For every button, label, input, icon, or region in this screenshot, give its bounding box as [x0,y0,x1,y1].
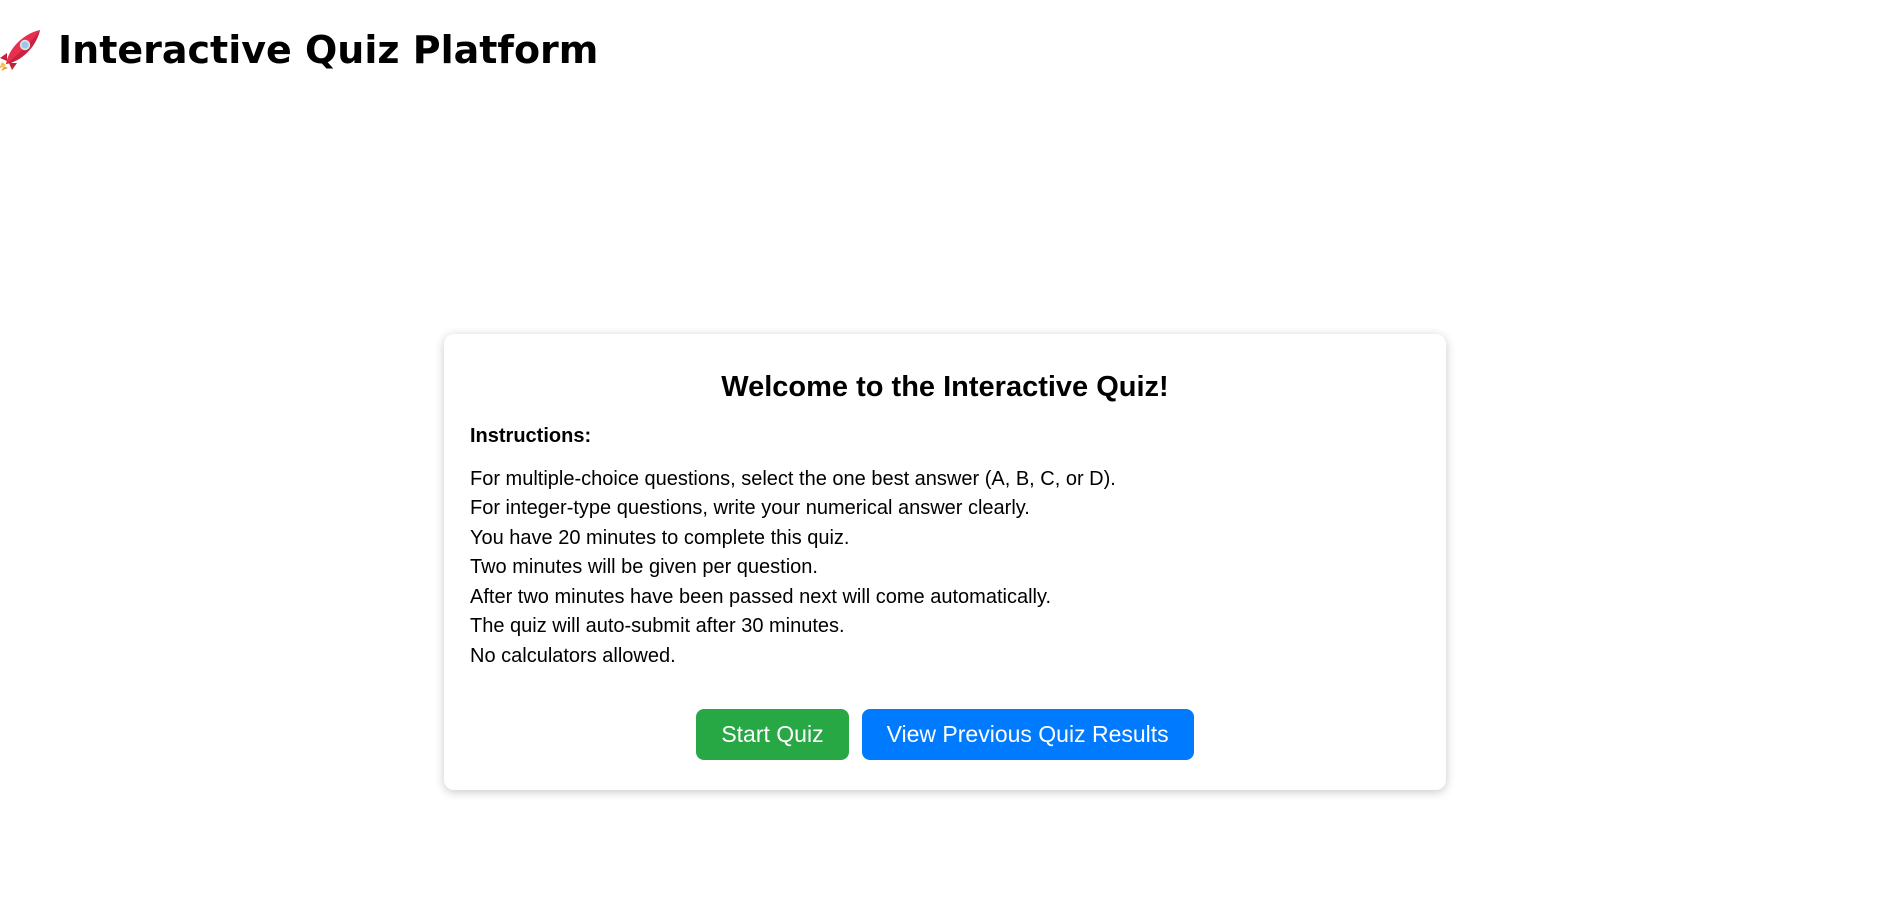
start-quiz-button[interactable]: Start Quiz [696,709,849,761]
instruction-item: For multiple-choice questions, select th… [470,467,1116,490]
instruction-item: You have 20 minutes to complete this qui… [470,526,850,549]
app-header: Interactive Quiz Platform [0,26,598,74]
instruction-item: The quiz will auto-submit after 30 minut… [470,615,845,638]
rocket-icon [0,30,40,71]
welcome-card: Welcome to the Interactive Quiz! Instruc… [444,334,1446,790]
card-actions: Start Quiz View Previous Quiz Results [470,709,1420,761]
view-previous-results-button[interactable]: View Previous Quiz Results [861,709,1194,761]
card-title: Welcome to the Interactive Quiz! [721,371,1169,403]
instruction-item: No calculators allowed. [470,644,676,667]
instructions-label: Instructions: [470,424,592,447]
instructions-list: For multiple-choice questions, select th… [470,465,1420,672]
page-title: Interactive Quiz Platform [58,28,599,72]
instruction-item: For integer-type questions, write your n… [470,497,1030,520]
instruction-item: After two minutes have been passed next … [470,585,1052,608]
instruction-item: Two minutes will be given per question. [470,556,818,579]
